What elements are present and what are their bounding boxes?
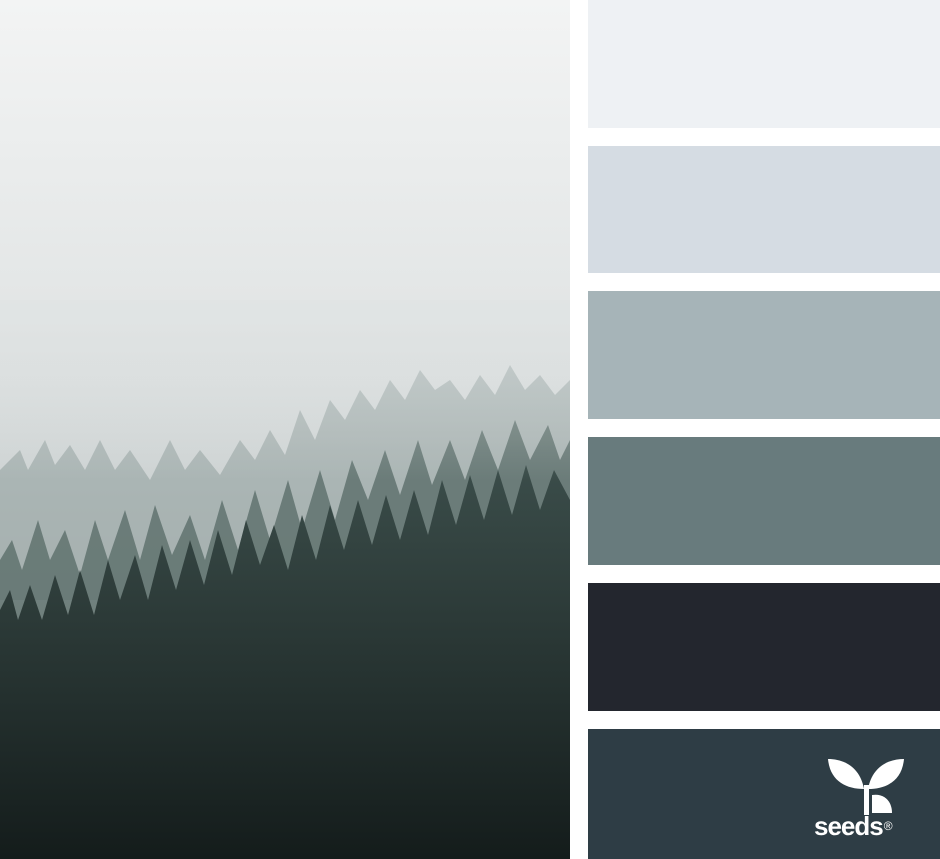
forest-image — [0, 0, 570, 859]
seeds-logo: seeds® — [814, 755, 914, 839]
registered-mark: ® — [883, 819, 893, 833]
swatch-2 — [588, 146, 940, 273]
swatch-4 — [588, 437, 940, 565]
forest-photo — [0, 0, 570, 859]
color-palette: seeds® — [588, 0, 940, 859]
swatch-5 — [588, 583, 940, 711]
logo-word: seeds — [814, 811, 884, 841]
swatch-1 — [588, 0, 940, 128]
swatch-6: seeds® — [588, 729, 940, 859]
logo-text: seeds® — [814, 811, 893, 841]
swatch-3 — [588, 291, 940, 419]
leaf-icon — [828, 759, 904, 815]
